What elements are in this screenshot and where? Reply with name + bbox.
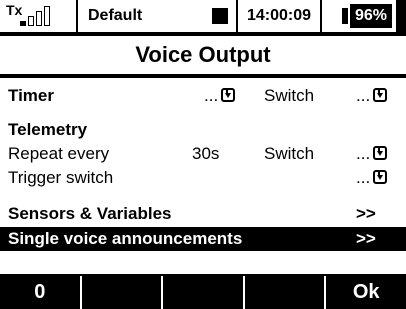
dropdown-icon — [373, 88, 388, 102]
signal-bar — [20, 21, 26, 26]
telemetry-heading: Telemetry — [8, 120, 88, 139]
softkey-4[interactable] — [245, 276, 327, 309]
battery-indicator: 96% — [322, 0, 396, 32]
signal-strength-icon — [20, 6, 50, 26]
single-announcements-row[interactable]: Single voice announcements >> — [0, 227, 406, 251]
repeat-value[interactable]: 30s — [192, 144, 219, 164]
tx-signal-indicator: Tx — [0, 0, 78, 32]
trigger-label: Trigger switch — [8, 168, 114, 187]
dropdown-icon — [221, 88, 236, 102]
model-name: Default — [78, 0, 206, 32]
softkey-bar: 0 Ok — [0, 276, 406, 309]
single-announcements-label: Single voice announcements — [8, 229, 243, 248]
menu-content: Timer ... Switch ... Telemetry Repeat ev… — [0, 78, 406, 274]
softkey-2[interactable] — [82, 276, 164, 309]
page-title: Voice Output — [0, 36, 406, 76]
telemetry-row: Telemetry — [0, 118, 406, 142]
sensors-label: Sensors & Variables — [8, 204, 172, 223]
trigger-row[interactable]: Trigger switch ... — [0, 166, 406, 190]
status-bar: Tx Default 14:00:09 96% — [0, 0, 406, 34]
repeat-label: Repeat every — [8, 144, 110, 163]
sensors-arrow: >> — [356, 204, 376, 223]
repeat-switch-label: Switch — [264, 144, 315, 163]
timer-value[interactable]: ... — [204, 86, 236, 106]
battery-percent: 96% — [349, 4, 392, 28]
timer-switch-value[interactable]: ... — [356, 86, 388, 106]
signal-bar — [28, 16, 34, 26]
signal-bar — [36, 11, 42, 26]
softkey-3[interactable] — [163, 276, 245, 309]
transmitter-screen: Tx Default 14:00:09 96% Voice Output Tim… — [0, 0, 406, 309]
signal-bar — [44, 6, 50, 26]
clock: 14:00:09 — [238, 0, 322, 32]
dropdown-icon — [373, 146, 388, 160]
dropdown-icon — [373, 170, 388, 184]
sensors-row[interactable]: Sensors & Variables >> — [0, 202, 406, 226]
softkey-1[interactable]: 0 — [0, 276, 82, 309]
timer-row[interactable]: Timer ... Switch ... — [0, 84, 406, 108]
repeat-row[interactable]: Repeat every 30s Switch ... — [0, 142, 406, 166]
square-icon — [204, 0, 236, 32]
timer-switch-label: Switch — [264, 86, 315, 105]
softkey-ok[interactable]: Ok — [326, 276, 406, 309]
trigger-value[interactable]: ... — [356, 168, 388, 188]
timer-label: Timer — [8, 86, 54, 105]
battery-icon — [341, 8, 348, 24]
repeat-switch-value[interactable]: ... — [356, 144, 388, 164]
single-announcements-arrow: >> — [356, 229, 376, 248]
